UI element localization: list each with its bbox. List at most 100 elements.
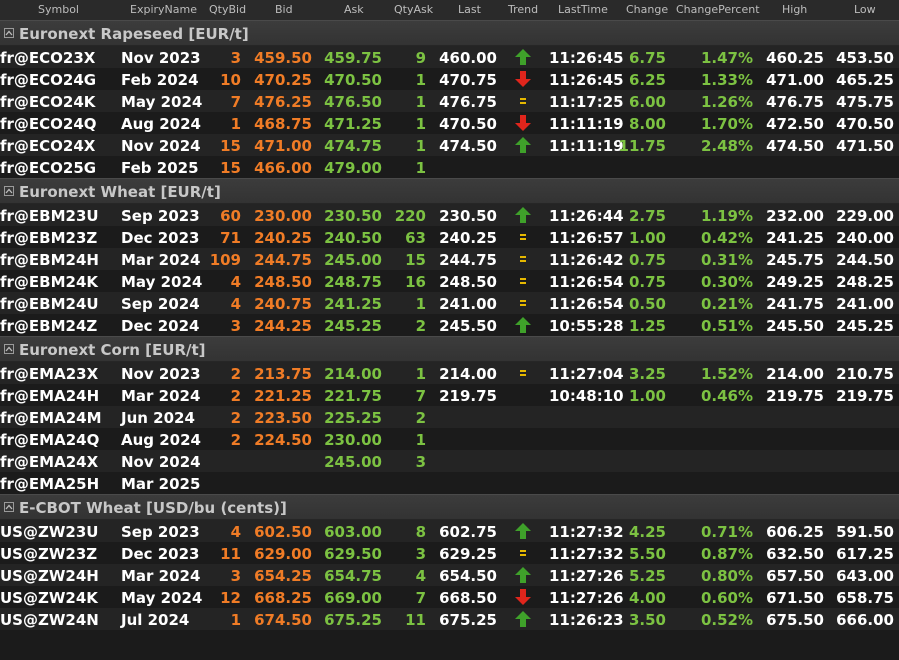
table-row[interactable]: fr@ECO24K May 2024 7 476.25 476.50 1 476.75 11:… (0, 90, 899, 112)
table-row[interactable]: fr@ECO24G Feb 2024 10 470.25 470.50 1 470.75 11… (0, 68, 899, 90)
table-row[interactable]: fr@EMA24X Nov 2024 245.00 3 (0, 450, 899, 472)
table-row[interactable]: fr@ECO24X Nov 2024 15 471.00 474.75 1 474.50 11… (0, 134, 899, 156)
trend-up-arrow-icon (514, 316, 532, 338)
qty-ask-cell: 3 (415, 453, 426, 471)
column-header-lasttime[interactable]: LastTime (558, 3, 608, 16)
trend-up-arrow-icon (514, 136, 532, 158)
group-title: Euronext Wheat [EUR/t] (19, 183, 221, 201)
qty-ask-cell: 2 (415, 409, 426, 427)
low-cell: 453.50 (836, 49, 894, 67)
trend-up-arrow-icon (514, 610, 532, 632)
column-header-ask[interactable]: Ask (344, 3, 364, 16)
table-row[interactable]: fr@EBM23Z Dec 2023 71 240.25 240.50 63 240.25 1… (0, 226, 899, 248)
low-cell: 245.25 (836, 317, 894, 335)
table-row[interactable]: fr@EMA25H Mar 2025 (0, 472, 899, 494)
group-header[interactable]: Euronext Rapeseed [EUR/t] (0, 20, 899, 46)
trend-cell (512, 113, 534, 133)
column-header-bid[interactable]: Bid (275, 3, 293, 16)
column-header-trend[interactable]: Trend (508, 3, 538, 16)
trend-up-arrow-icon (514, 522, 532, 544)
table-row[interactable]: fr@EMA24H Mar 2024 2 221.25 221.75 7 219.75 10:… (0, 384, 899, 406)
collapse-icon[interactable] (4, 344, 14, 354)
group-title: Euronext Corn [EUR/t] (19, 341, 206, 359)
collapse-icon[interactable] (4, 186, 14, 196)
trend-cell (512, 609, 534, 629)
trend-cell (512, 135, 534, 155)
table-row[interactable]: US@ZW24H Mar 2024 3 654.25 654.75 4 654.50 11:2… (0, 564, 899, 586)
trend-cell (512, 205, 534, 225)
column-header-expiry[interactable]: ExpiryName (130, 3, 197, 16)
low-cell: 617.25 (836, 545, 894, 563)
group-header[interactable]: Euronext Wheat [EUR/t] (0, 178, 899, 204)
trend-cell (512, 157, 534, 177)
table-row[interactable]: fr@EMA24M Jun 2024 2 223.50 225.25 2 (0, 406, 899, 428)
table-row[interactable]: US@ZW24K May 2024 12 668.25 669.00 7 668.50 11:… (0, 586, 899, 608)
table-row[interactable]: fr@EBM24Z Dec 2024 3 244.25 245.25 2 245.50 10:… (0, 314, 899, 336)
table-row[interactable]: fr@EBM24U Sep 2024 4 240.75 241.25 1 241.00 11:… (0, 292, 899, 314)
table-row[interactable]: fr@EBM24K May 2024 4 248.50 248.75 16 248.50 11… (0, 270, 899, 292)
trend-down-arrow-icon (514, 114, 532, 136)
trend-equal-icon (514, 92, 532, 114)
trend-cell (512, 587, 534, 607)
low-cell: 591.50 (836, 523, 894, 541)
trend-down-arrow-icon (514, 588, 532, 610)
column-header-qtybid[interactable]: QtyBid (209, 3, 246, 16)
low-cell: 241.00 (836, 295, 894, 313)
trend-up-arrow-icon (514, 206, 532, 228)
table-row[interactable]: fr@ECO23X Nov 2023 3 459.50 459.75 9 460.00 11:… (0, 46, 899, 68)
column-header-last[interactable]: Last (458, 3, 481, 16)
table-row[interactable]: fr@EBM23U Sep 2023 60 230.00 230.50 220 230.50… (0, 204, 899, 226)
collapse-icon[interactable] (4, 28, 14, 38)
collapse-icon[interactable] (4, 502, 14, 512)
column-header-high[interactable]: High (782, 3, 807, 16)
column-header-low[interactable]: Low (854, 3, 876, 16)
table-row[interactable]: US@ZW23U Sep 2023 4 602.50 603.00 8 602.75 11:2… (0, 520, 899, 542)
trend-cell (512, 315, 534, 335)
table-row[interactable]: US@ZW23Z Dec 2023 11 629.00 629.50 3 629.25 11:… (0, 542, 899, 564)
group-header[interactable]: Euronext Corn [EUR/t] (0, 336, 899, 362)
column-header-change[interactable]: Change (626, 3, 668, 16)
low-cell: 470.50 (836, 115, 894, 133)
trend-cell (512, 385, 534, 405)
low-cell: 666.00 (836, 611, 894, 629)
trend-cell (512, 271, 534, 291)
trend-equal-icon (514, 272, 532, 294)
table-row[interactable]: US@ZW24N Jul 2024 1 674.50 675.25 11 675.25 11:… (0, 608, 899, 630)
trend-cell (512, 429, 534, 449)
trend-up-arrow-icon (514, 566, 532, 588)
expiry-cell: Mar 2025 (121, 475, 201, 493)
table-row[interactable]: fr@EMA24Q Aug 2024 2 224.50 230.00 1 (0, 428, 899, 450)
low-cell: 244.50 (836, 251, 894, 269)
column-header-symbol[interactable]: Symbol (38, 3, 79, 16)
trend-cell (512, 521, 534, 541)
trend-cell (512, 69, 534, 89)
column-header-changepercent[interactable]: ChangePercent (676, 3, 760, 16)
low-cell: 465.25 (836, 71, 894, 89)
trend-down-arrow-icon (514, 70, 532, 92)
table-row[interactable]: fr@ECO25G Feb 2025 15 466.00 479.00 1 (0, 156, 899, 178)
trend-cell (512, 543, 534, 563)
low-cell: 471.50 (836, 137, 894, 155)
group-header[interactable]: E-CBOT Wheat [USD/bu (cents)] (0, 494, 899, 520)
table-row[interactable]: fr@EMA23X Nov 2023 2 213.75 214.00 1 214.00 11:… (0, 362, 899, 384)
low-cell: 658.75 (836, 589, 894, 607)
trend-cell (512, 47, 534, 67)
trend-cell (512, 227, 534, 247)
low-cell: 475.75 (836, 93, 894, 111)
trend-cell (512, 91, 534, 111)
qty-ask-cell: 1 (415, 431, 426, 449)
trend-equal-icon (514, 228, 532, 250)
column-header-qtyask[interactable]: QtyAsk (394, 3, 433, 16)
low-cell: 643.00 (836, 567, 894, 585)
group-title: Euronext Rapeseed [EUR/t] (19, 25, 249, 43)
low-cell: 248.25 (836, 273, 894, 291)
trend-equal-icon (514, 250, 532, 272)
trend-equal-icon (514, 294, 532, 316)
symbol-cell: fr@EMA25H (0, 475, 100, 493)
trend-cell (512, 565, 534, 585)
table-row[interactable]: fr@EBM24H Mar 2024 109 244.75 245.00 15 244.75… (0, 248, 899, 270)
table-row[interactable]: fr@ECO24Q Aug 2024 1 468.75 471.25 1 470.50 11:… (0, 112, 899, 134)
trend-cell (512, 473, 534, 493)
trend-cell (512, 407, 534, 427)
trend-cell (512, 293, 534, 313)
